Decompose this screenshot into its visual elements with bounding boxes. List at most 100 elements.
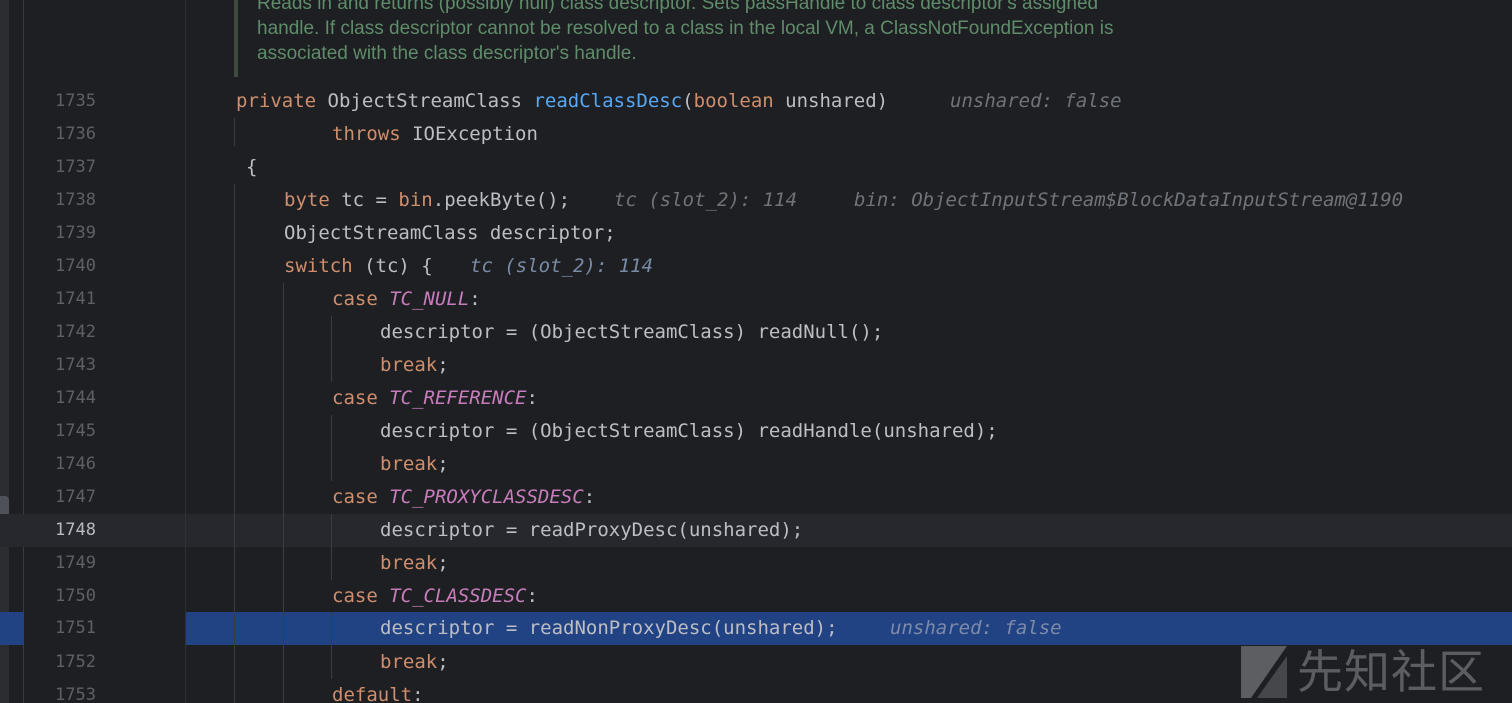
code-line-1746[interactable]: 1746 break; [0, 448, 1512, 481]
code-line-1738[interactable]: 1738 byte tc = bin.peekByte(); tc (slot_… [0, 184, 1512, 217]
semicolon: ; [437, 651, 449, 673]
semicolon: ; [437, 453, 449, 475]
line-number[interactable]: 1738 [40, 184, 96, 217]
line-number[interactable]: 1743 [40, 349, 96, 382]
line-number[interactable]: 1740 [40, 250, 96, 283]
watermark-text: 先知社区 [1297, 645, 1485, 699]
method-call: .peekByte(); [432, 189, 571, 211]
parameter: unshared) [785, 90, 889, 112]
code-text: descriptor = (ObjectStreamClass) readHan… [380, 420, 998, 442]
colon: : [583, 486, 596, 508]
line-number[interactable]: 1746 [40, 448, 96, 481]
keyword-case: case [332, 486, 378, 508]
code-line-1749[interactable]: 1749 break; [0, 547, 1512, 580]
code-text: default: [332, 679, 424, 703]
line-number[interactable]: 1736 [40, 118, 96, 151]
colon: : [412, 684, 424, 703]
code-text: case TC_REFERENCE: [332, 382, 538, 415]
line-number[interactable]: 1751 [40, 612, 96, 645]
keyword-case: case [332, 288, 378, 310]
paren: ( [682, 90, 694, 112]
code-line-1748[interactable]: 1748 descriptor = readProxyDesc(unshared… [0, 514, 1512, 547]
line-number[interactable]: 1742 [40, 316, 96, 349]
code-text: case TC_CLASSDESC: [332, 580, 538, 613]
indent-guide [331, 514, 332, 580]
code-line-1735[interactable]: 1735 private ObjectStreamClass readClass… [0, 85, 1512, 118]
code-line-1742[interactable]: 1742 descriptor = (ObjectStreamClass) re… [0, 316, 1512, 349]
method-name: readClassDesc [533, 90, 683, 112]
code-text: break; [380, 646, 449, 679]
code-editor[interactable]: Reads in and returns (possibly null) cla… [0, 0, 1512, 703]
watermark-logo-icon [1241, 646, 1287, 698]
code-text: break; [380, 448, 449, 481]
doc-comment-line: Reads in and returns (possibly null) cla… [257, 0, 1099, 14]
keyword-break: break [380, 552, 438, 574]
code-line-1743[interactable]: 1743 break; [0, 349, 1512, 382]
code-text: byte tc = bin.peekByte(); [284, 184, 570, 217]
doc-comment-line: handle. If class descriptor cannot be re… [257, 18, 1114, 39]
keyword-case: case [332, 585, 378, 607]
line-number[interactable]: 1748 [40, 514, 96, 547]
line-number[interactable]: 1735 [40, 85, 96, 118]
keyword-private: private [236, 90, 317, 112]
code-text: descriptor = readNonProxyDesc(unshared); [380, 617, 838, 639]
method-signature: private ObjectStreamClass readClassDesc(… [236, 85, 888, 118]
colon: : [526, 585, 538, 607]
keyword-break: break [380, 354, 438, 376]
code-line-1750[interactable]: 1750 case TC_CLASSDESC: [0, 580, 1512, 613]
keyword-default: default [332, 684, 413, 703]
code-line-1747[interactable]: 1747 case TC_PROXYCLASSDESC: [0, 481, 1512, 514]
inline-value-hint: bin: ObjectInputStream$BlockDataInputStr… [854, 189, 1404, 211]
code-line-1745[interactable]: 1745 descriptor = (ObjectStreamClass) re… [0, 415, 1512, 448]
line-number[interactable]: 1747 [40, 481, 96, 514]
keyword-switch: switch [284, 255, 353, 277]
constant: TC_PROXYCLASSDESC [389, 486, 584, 508]
code-line-1740[interactable]: 1740 switch (tc) { tc (slot_2): 114 [0, 250, 1512, 283]
doc-comment-border [234, 0, 238, 77]
throws-clause: throws IOException [332, 118, 538, 151]
doc-comment-line: associated with the class descriptor's h… [257, 43, 637, 64]
constant: TC_REFERENCE [389, 387, 527, 409]
line-number[interactable]: 1737 [40, 151, 96, 184]
code-text: ObjectStreamClass descriptor; [284, 222, 616, 244]
code-text: case TC_NULL: [332, 283, 481, 316]
code-line-1739[interactable]: 1739 ObjectStreamClass descriptor; [0, 217, 1512, 250]
assignment: tc = [341, 189, 399, 211]
keyword-byte: byte [284, 189, 330, 211]
open-brace: { [246, 156, 258, 178]
code-text: descriptor = (ObjectStreamClass) readNul… [380, 321, 884, 343]
colon: : [469, 288, 481, 310]
inline-value-hint: unshared: false [950, 90, 1122, 112]
code-line-1741[interactable]: 1741 case TC_NULL: [0, 283, 1512, 316]
switch-expression: (tc) { [364, 255, 433, 277]
constant: TC_CLASSDESC [389, 585, 527, 607]
code-text: descriptor = readProxyDesc(unshared); [380, 519, 804, 541]
code-line-1736[interactable]: 1736 throws IOException [0, 118, 1512, 151]
semicolon: ; [437, 354, 449, 376]
indent-guide [234, 184, 235, 703]
line-number[interactable]: 1745 [40, 415, 96, 448]
inline-value-hint: tc (slot_2): 114 [470, 255, 654, 277]
code-line-1737[interactable]: 1737 { [0, 151, 1512, 184]
line-number[interactable]: 1752 [40, 646, 96, 679]
indent-guide [331, 612, 332, 679]
colon: : [526, 387, 538, 409]
line-number[interactable]: 1744 [40, 382, 96, 415]
keyword-break: break [380, 651, 438, 673]
constant: TC_NULL [389, 288, 470, 310]
line-number[interactable]: 1739 [40, 217, 96, 250]
semicolon: ; [437, 552, 449, 574]
code-text: break; [380, 547, 449, 580]
keyword-throws: throws [332, 123, 401, 145]
line-number[interactable]: 1749 [40, 547, 96, 580]
return-type: ObjectStreamClass [327, 90, 522, 112]
indent-guide [331, 415, 332, 481]
line-number[interactable]: 1741 [40, 283, 96, 316]
line-number[interactable]: 1750 [40, 580, 96, 613]
keyword-case: case [332, 387, 378, 409]
code-text: switch (tc) { [284, 250, 433, 283]
code-text: case TC_PROXYCLASSDESC: [332, 481, 595, 514]
keyword-boolean: boolean [693, 90, 774, 112]
line-number[interactable]: 1753 [40, 679, 96, 703]
code-line-1744[interactable]: 1744 case TC_REFERENCE: [0, 382, 1512, 415]
